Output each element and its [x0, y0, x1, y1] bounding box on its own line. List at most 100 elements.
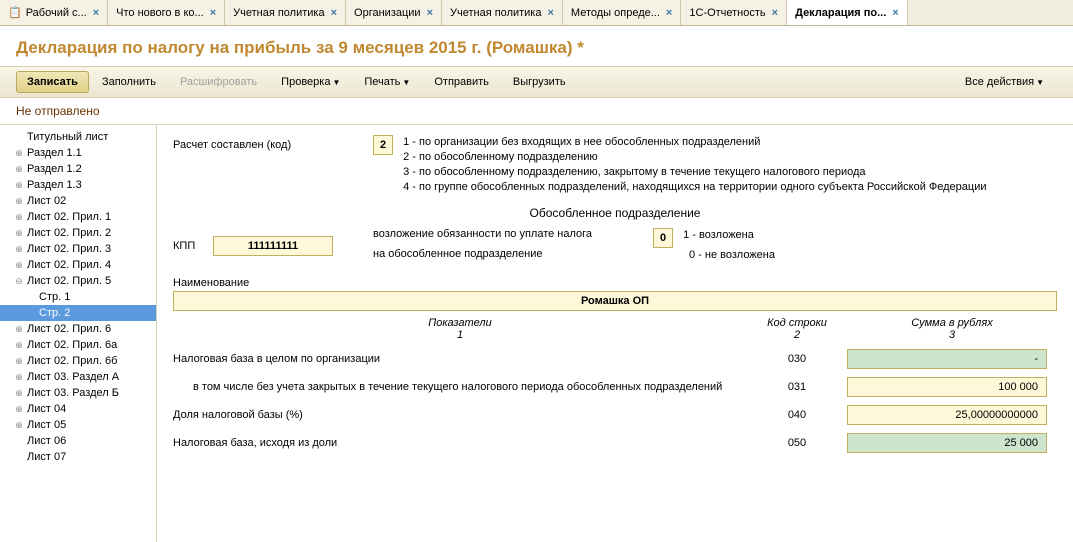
row-value-field[interactable]: 100 000 — [847, 377, 1047, 397]
row-value-field[interactable]: 25 000 — [847, 433, 1047, 453]
tree-item-label: Лист 03. Раздел А — [27, 371, 119, 383]
tab-workspace[interactable]: 📋Рабочий с...× — [0, 0, 108, 25]
tree-item[interactable]: ⊕Лист 02. Прил. 1 — [0, 209, 156, 225]
close-icon[interactable]: × — [892, 7, 898, 19]
kpp-field[interactable]: 111111111 — [213, 236, 333, 256]
sidebar-tree[interactable]: Титульный лист⊕Раздел 1.1⊕Раздел 1.2⊕Раз… — [0, 125, 157, 542]
save-button[interactable]: Записать — [16, 71, 89, 93]
row-value-field[interactable]: - — [847, 349, 1047, 369]
row-label: в том числе без учета закрытых в течение… — [173, 381, 747, 393]
form-content: Расчет составлен (код) 2 1 - по организа… — [157, 125, 1073, 542]
tree-item-label: Раздел 1.1 — [27, 147, 82, 159]
all-actions-button[interactable]: Все действия▼ — [954, 71, 1055, 93]
tree-item[interactable]: ⊕Лист 04 — [0, 401, 156, 417]
tree-item-label: Лист 03. Раздел Б — [27, 387, 119, 399]
tree-item[interactable]: ⊕Лист 02. Прил. 6б — [0, 353, 156, 369]
tree-item[interactable]: ⊕Лист 02. Прил. 4 — [0, 257, 156, 273]
tab-1c[interactable]: 1С-Отчетность× — [681, 0, 787, 25]
toggle-icon[interactable]: ⊕ — [14, 164, 24, 175]
toggle-icon[interactable]: ⊕ — [14, 340, 24, 351]
close-icon[interactable]: × — [210, 7, 216, 19]
toggle-icon[interactable]: ⊕ — [14, 244, 24, 255]
fill-button[interactable]: Заполнить — [91, 71, 167, 93]
title-area: Декларация по налогу на прибыль за 9 мес… — [0, 26, 1073, 66]
kpp-label: КПП — [173, 240, 213, 252]
tree-item-label: Лист 07 — [27, 451, 66, 463]
close-icon[interactable]: × — [331, 7, 337, 19]
print-button[interactable]: Печать▼ — [353, 71, 421, 93]
tree-item-label: Лист 02. Прил. 2 — [27, 227, 111, 239]
tree-item[interactable]: Лист 07 — [0, 449, 156, 465]
toggle-icon[interactable]: ⊕ — [14, 372, 24, 383]
tree-item[interactable]: ⊕Лист 05 — [0, 417, 156, 433]
row-code: 050 — [747, 437, 847, 449]
status-bar: Не отправлено — [0, 98, 1073, 125]
name-label: Наименование — [173, 277, 1057, 289]
tree-item[interactable]: ⊕Раздел 1.1 — [0, 145, 156, 161]
toggle-icon[interactable]: ⊕ — [14, 260, 24, 271]
tree-item[interactable]: Стр. 2 — [0, 305, 156, 321]
tree-item[interactable]: ⊕Лист 03. Раздел Б — [0, 385, 156, 401]
row-label: Налоговая база в целом по организации — [173, 353, 747, 365]
calc-label: Расчет составлен (код) — [173, 135, 373, 151]
toggle-icon[interactable]: ⊕ — [14, 148, 24, 159]
toggle-icon[interactable]: ⊕ — [14, 196, 24, 207]
data-row: в том числе без учета закрытых в течение… — [173, 373, 1057, 401]
send-button[interactable]: Отправить — [423, 71, 500, 93]
chevron-down-icon: ▼ — [332, 78, 340, 87]
close-icon[interactable]: × — [547, 7, 553, 19]
tree-item[interactable]: ⊕Лист 02 — [0, 193, 156, 209]
tree-item[interactable]: ⊕Лист 02. Прил. 3 — [0, 241, 156, 257]
tree-item[interactable]: ⊕Лист 02. Прил. 6а — [0, 337, 156, 353]
tree-item[interactable]: ⊕Раздел 1.3 — [0, 177, 156, 193]
tree-item-label: Титульный лист — [27, 131, 108, 143]
close-icon[interactable]: × — [666, 7, 672, 19]
tree-item[interactable]: ⊕Раздел 1.2 — [0, 161, 156, 177]
tab-bar: 📋Рабочий с...× Что нового в ко...× Учетн… — [0, 0, 1073, 26]
calc-code-field[interactable]: 2 — [373, 135, 393, 155]
tree-item[interactable]: ⊕Лист 03. Раздел А — [0, 369, 156, 385]
tree-item[interactable]: Титульный лист — [0, 129, 156, 145]
tree-item-label: Стр. 2 — [39, 307, 70, 319]
tree-item-label: Лист 05 — [27, 419, 66, 431]
tab-policy1[interactable]: Учетная политика× — [225, 0, 346, 25]
tree-item-label: Лист 02. Прил. 5 — [27, 275, 111, 287]
check-button[interactable]: Проверка▼ — [270, 71, 351, 93]
col-sum: Сумма в рублях3 — [847, 317, 1057, 341]
export-button[interactable]: Выгрузить — [502, 71, 577, 93]
tab-methods[interactable]: Методы опреде...× — [563, 0, 681, 25]
oblig-label2: на обособленное подразделение — [373, 248, 653, 260]
oblig-code-field[interactable]: 0 — [653, 228, 673, 248]
tree-item[interactable]: Лист 06 — [0, 433, 156, 449]
tree-item-label: Лист 02. Прил. 6 — [27, 323, 111, 335]
tab-whatsnew[interactable]: Что нового в ко...× — [108, 0, 225, 25]
close-icon[interactable]: × — [772, 7, 778, 19]
toggle-icon[interactable]: ⊕ — [14, 228, 24, 239]
tree-item-label: Лист 04 — [27, 403, 66, 415]
calc-desc: 1 - по организации без входящих в нее об… — [403, 135, 986, 194]
close-icon[interactable]: × — [427, 7, 433, 19]
toggle-icon[interactable]: ⊖ — [14, 276, 24, 287]
toggle-icon[interactable]: ⊕ — [14, 356, 24, 367]
tab-declaration[interactable]: Декларация по...× — [787, 0, 908, 25]
toggle-icon[interactable]: ⊕ — [14, 324, 24, 335]
close-icon[interactable]: × — [93, 7, 99, 19]
row-value-field[interactable]: 25,00000000000 — [847, 405, 1047, 425]
tree-item[interactable]: Стр. 1 — [0, 289, 156, 305]
decode-button[interactable]: Расшифровать — [169, 71, 268, 93]
toggle-icon[interactable]: ⊕ — [14, 180, 24, 191]
toggle-icon[interactable]: ⊕ — [14, 420, 24, 431]
tree-item-label: Лист 02. Прил. 6б — [27, 355, 117, 367]
toggle-icon[interactable]: ⊕ — [14, 404, 24, 415]
tree-item-label: Стр. 1 — [39, 291, 70, 303]
tab-policy2[interactable]: Учетная политика× — [442, 0, 563, 25]
tab-orgs[interactable]: Организации× — [346, 0, 442, 25]
tree-item[interactable]: ⊕Лист 02. Прил. 6 — [0, 321, 156, 337]
toggle-icon[interactable]: ⊕ — [14, 388, 24, 399]
name-field[interactable]: Ромашка ОП — [173, 291, 1057, 311]
toggle-icon[interactable]: ⊕ — [14, 212, 24, 223]
tree-item-label: Раздел 1.3 — [27, 179, 82, 191]
oblig-desc2: 0 - не возложена — [689, 248, 775, 263]
tree-item[interactable]: ⊖Лист 02. Прил. 5 — [0, 273, 156, 289]
tree-item[interactable]: ⊕Лист 02. Прил. 2 — [0, 225, 156, 241]
